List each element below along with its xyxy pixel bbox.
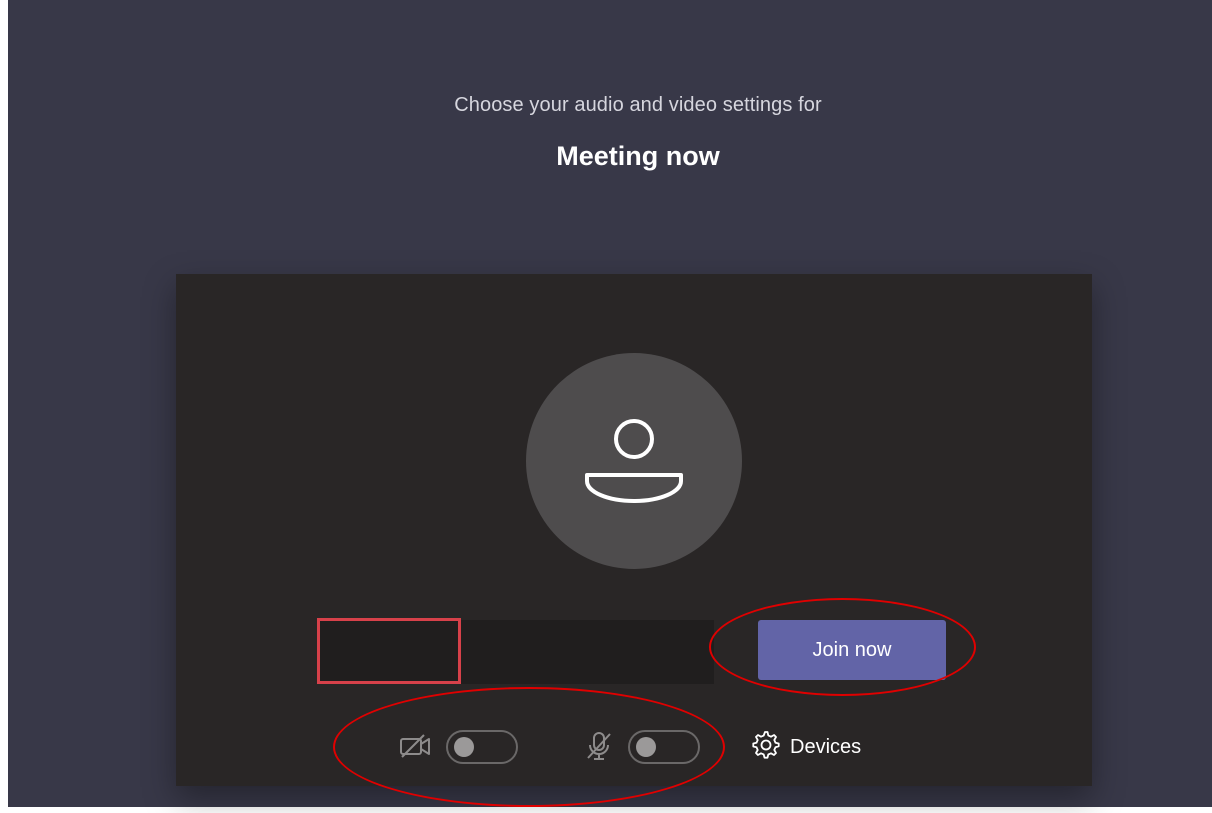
settings-prompt: Choose your audio and video settings for: [454, 94, 822, 116]
camera-off-icon: [398, 732, 434, 765]
avatar: [526, 353, 742, 569]
video-preview-card: Join now Devices: [176, 274, 1092, 786]
microphone-toggle[interactable]: [628, 730, 700, 764]
pre-join-screen: Choose your audio and video settings for…: [8, 0, 1212, 807]
microphone-toggle-knob: [636, 737, 656, 757]
devices-button[interactable]: Devices: [750, 727, 861, 767]
mic-off-icon: [584, 730, 614, 767]
gear-icon: [750, 729, 780, 765]
name-input[interactable]: [318, 620, 714, 684]
media-controls: Devices: [176, 722, 1092, 770]
camera-toggle-knob: [454, 737, 474, 757]
meeting-title: Meeting now: [556, 141, 720, 171]
person-icon: [585, 419, 683, 503]
camera-toggle[interactable]: [446, 730, 518, 764]
devices-label: Devices: [790, 735, 862, 758]
join-now-button[interactable]: Join now: [758, 620, 946, 680]
